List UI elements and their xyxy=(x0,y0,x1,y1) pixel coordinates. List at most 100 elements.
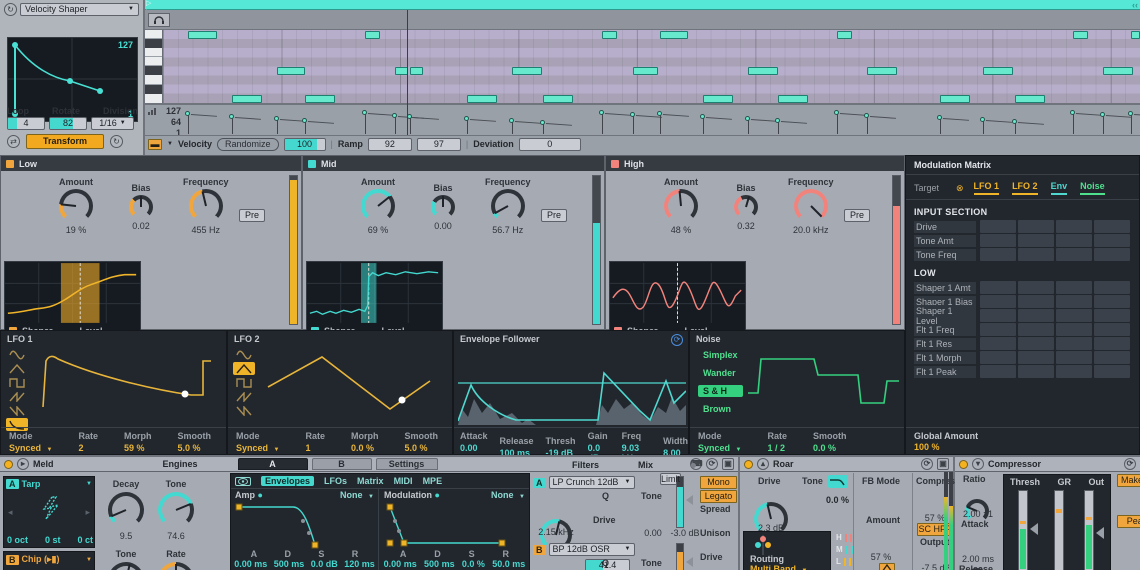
loop-chevrons-icon[interactable]: ‹‹ xyxy=(1132,0,1138,10)
velocity-marker[interactable] xyxy=(1012,119,1044,134)
velocity-marker[interactable] xyxy=(834,110,866,134)
midi-note[interactable] xyxy=(660,31,688,39)
fader-handle-icon[interactable] xyxy=(686,557,693,567)
smooth-value[interactable]: 0.0 % xyxy=(813,443,847,453)
matrix-cell[interactable] xyxy=(1056,309,1092,322)
midi-note[interactable] xyxy=(837,31,852,39)
save-preset-icon[interactable]: ▣ xyxy=(722,458,734,470)
midi-note[interactable] xyxy=(277,67,305,76)
unfold-icon[interactable]: ▾ xyxy=(972,458,984,470)
matrix-cell[interactable] xyxy=(980,281,1016,294)
velocity-marker[interactable] xyxy=(392,113,424,134)
velocity-marker[interactable] xyxy=(185,111,217,134)
square-wave-icon[interactable] xyxy=(233,376,255,389)
matrix-cell[interactable] xyxy=(980,295,1016,308)
thresh-handle-icon[interactable] xyxy=(1030,523,1038,535)
mod-a-value[interactable]: 0.00 ms xyxy=(384,559,417,569)
midi-note[interactable] xyxy=(778,94,808,103)
matrix-cell[interactable] xyxy=(1018,337,1054,350)
global-amount-value[interactable]: 100 % xyxy=(914,442,940,452)
velocity-marker[interactable] xyxy=(1100,112,1132,134)
save-preset-icon[interactable]: ▣ xyxy=(937,458,949,470)
band-header-mid[interactable]: Mid xyxy=(303,156,604,171)
matrix-cell[interactable] xyxy=(1018,295,1054,308)
midi-note[interactable] xyxy=(232,94,262,103)
mode-select[interactable]: Synced ▼ xyxy=(236,443,279,453)
sine-wave-icon[interactable] xyxy=(233,348,255,361)
matrix-row-label[interactable]: Flt 1 Morph xyxy=(914,351,976,364)
midi-note[interactable] xyxy=(983,67,1013,76)
filter-a-q[interactable]: 41.4 xyxy=(585,559,630,570)
matrix-cell[interactable] xyxy=(980,220,1016,233)
ct-value[interactable]: 0 ct xyxy=(77,535,93,545)
rate-value[interactable]: 1 / 2 xyxy=(767,443,787,453)
velocity-marker[interactable] xyxy=(700,114,732,134)
listen-icon[interactable]: ⟳ xyxy=(671,334,683,346)
velocity-marker[interactable] xyxy=(509,118,541,134)
matrix-cell[interactable] xyxy=(980,309,1016,322)
matrix-cell[interactable] xyxy=(1094,281,1130,294)
ramp-from-input[interactable]: 92 xyxy=(367,137,412,151)
mode-select[interactable]: Synced ▼ xyxy=(9,443,52,453)
matrix-cell[interactable] xyxy=(980,365,1016,378)
ratio-value[interactable]: 2.00 : 1 xyxy=(957,509,999,519)
bias-knob-group[interactable]: Bias 0.00 xyxy=(431,183,455,231)
tone-value[interactable]: 0.0 % xyxy=(826,495,849,505)
routing-select[interactable]: Multi Band ▼ xyxy=(750,564,807,570)
velocity-lane[interactable] xyxy=(163,103,1140,135)
loop-bar[interactable] xyxy=(145,0,1140,10)
exp-decay-wave-icon[interactable] xyxy=(6,418,28,431)
sine-wave-icon[interactable] xyxy=(6,348,28,361)
oct-value[interactable]: 0 oct xyxy=(7,535,28,545)
amount-knob-group[interactable]: Amount 69 % xyxy=(361,177,395,235)
playhead[interactable] xyxy=(407,10,408,135)
chevron-down-icon[interactable]: ▼ xyxy=(167,141,173,147)
midi-note[interactable] xyxy=(543,94,573,103)
matrix-row-label[interactable]: Drive xyxy=(914,220,976,233)
midi-note[interactable] xyxy=(633,67,658,76)
play-icon[interactable]: ▸ xyxy=(17,458,29,470)
pre-button[interactable]: Pre xyxy=(844,209,870,222)
peak-button[interactable]: Peak xyxy=(1117,515,1140,528)
clear-target-icon[interactable]: ⊗ xyxy=(956,183,964,194)
matrix-col-lfo2[interactable]: LFO 2 xyxy=(1012,181,1038,195)
fader-handle-icon[interactable] xyxy=(686,495,693,505)
fb-amount-value[interactable]: 57 % xyxy=(866,552,896,562)
out-meter[interactable] xyxy=(1084,490,1094,570)
matrix-cell[interactable] xyxy=(1056,295,1092,308)
engine-b-select[interactable]: Chip (▸▮) xyxy=(22,554,81,565)
morph-value[interactable]: 59 % xyxy=(124,443,152,453)
mix-a-level-value[interactable]: -3.0 dB xyxy=(668,528,702,538)
matrix-cell[interactable] xyxy=(1056,248,1092,261)
matrix-cell[interactable] xyxy=(980,248,1016,261)
matrix-col-env[interactable]: Env xyxy=(1050,181,1068,195)
loop-input[interactable]: 4 xyxy=(7,117,45,130)
roar-header[interactable]: ▴ Roar ⟳ ▣ xyxy=(740,457,953,472)
matrix-cell[interactable] xyxy=(1056,234,1092,247)
velocity-marker[interactable] xyxy=(464,116,496,134)
matrix-cell[interactable] xyxy=(1094,234,1130,247)
legato-button[interactable]: Legato xyxy=(700,490,737,503)
hot-swap-icon[interactable]: ⟳ xyxy=(1124,458,1136,470)
tone-filter-icon[interactable] xyxy=(828,475,848,488)
matrix-cell[interactable] xyxy=(1018,351,1054,364)
engine-a-select[interactable]: Tarp xyxy=(22,479,81,489)
matrix-cell[interactable] xyxy=(1094,220,1130,233)
eye-icon[interactable] xyxy=(235,476,251,486)
st-value[interactable]: 0 st xyxy=(45,535,61,545)
amp-d-value[interactable]: 500 ms xyxy=(274,559,305,569)
velocity-marker[interactable] xyxy=(1128,111,1140,134)
matrix-cell[interactable] xyxy=(1094,295,1130,308)
matrix-cell[interactable] xyxy=(1018,281,1054,294)
velocity-marker[interactable] xyxy=(657,111,689,134)
noise-type-sh[interactable]: S & H xyxy=(698,385,743,397)
black-key[interactable] xyxy=(145,84,162,94)
smooth-value[interactable]: 5.0 % xyxy=(178,443,212,453)
prev-engine-icon[interactable]: ◂ xyxy=(8,507,13,518)
matrix-cell[interactable] xyxy=(1094,351,1130,364)
matrix-cell[interactable] xyxy=(1018,365,1054,378)
preview-headphone-button[interactable] xyxy=(148,13,170,27)
matrix-cell[interactable] xyxy=(1056,351,1092,364)
pre-button[interactable]: Pre xyxy=(541,209,567,222)
midi-note[interactable] xyxy=(467,94,497,103)
